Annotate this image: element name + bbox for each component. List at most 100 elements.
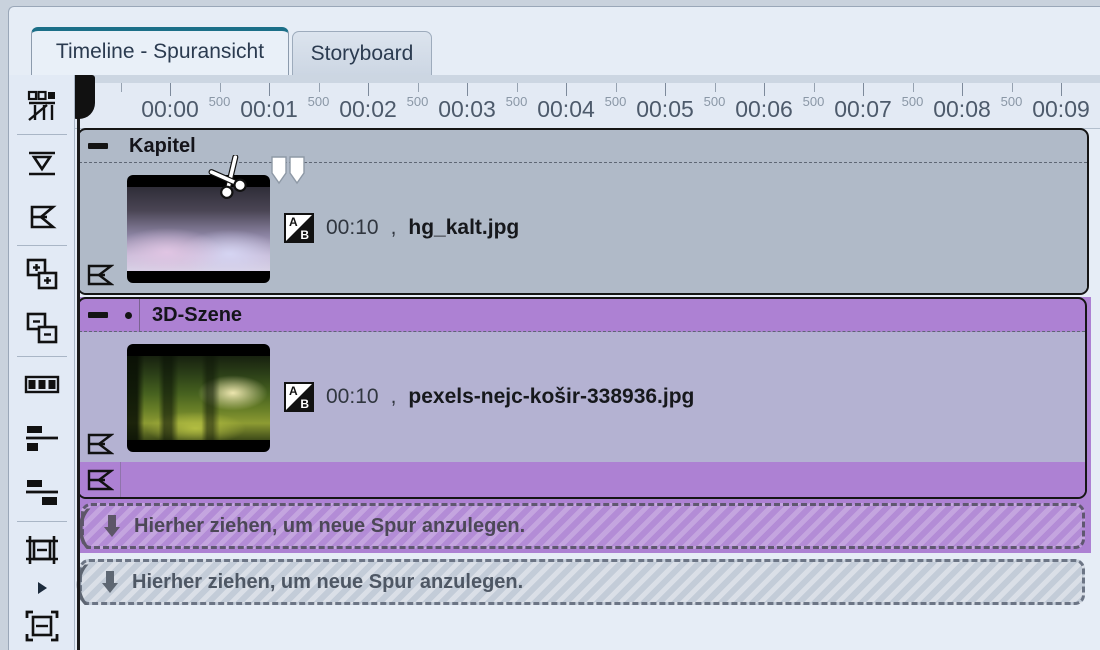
flag-marker-icon[interactable] [79, 462, 121, 497]
flag-marker-icon[interactable] [79, 163, 121, 293]
ruler-label-major: 00:09 [1032, 96, 1090, 122]
ruler-label-half: 500 [208, 94, 231, 109]
clip-row[interactable]: AB 00:10 , hg_kalt.jpg [79, 163, 1087, 293]
ruler-tick-major [170, 83, 171, 96]
clip-filename: hg_kalt.jpg [408, 216, 520, 239]
insert-down-icon[interactable] [9, 136, 75, 190]
ruler-label-major: 00:06 [735, 96, 793, 122]
toolbar-divider [16, 134, 67, 135]
timeline-application: Timeline - Spuransicht Storyboard 00:00 … [0, 0, 1100, 650]
ab-transition-icon: AB [284, 382, 314, 412]
clip-separator: , [390, 385, 397, 408]
bottom-dropzone-area: ( Hierher ziehen, um neue Spur anzulegen… [75, 553, 1100, 606]
drop-arrow-down-icon [102, 513, 122, 539]
ruler-label-major: 00:08 [933, 96, 991, 122]
track-title: Kapitel [129, 134, 196, 157]
clip-thumbnail[interactable] [127, 175, 270, 283]
fit-height-icon[interactable] [9, 523, 75, 577]
ruler-label-major: 00:05 [636, 96, 694, 122]
track-header-3d-szene[interactable]: 3D-Szene [79, 299, 1085, 332]
tab-storyboard[interactable]: Storyboard [292, 31, 432, 75]
tab-label: Timeline - Spuransicht [55, 40, 265, 63]
ruler-tick-major [566, 83, 567, 96]
align-left-icon[interactable] [9, 412, 75, 466]
ruler-label-major: 00:03 [438, 96, 496, 122]
ruler-label-half: 500 [604, 94, 627, 109]
ruler-label-major: 00:02 [339, 96, 397, 122]
remove-objects-icon[interactable] [9, 301, 75, 355]
collapse-dash-icon[interactable] [79, 143, 117, 149]
ruler-tick-major [962, 83, 963, 96]
tab-strip: Timeline - Spuransicht Storyboard [9, 7, 1100, 75]
track-stack: Kapitel A B 00:10 , hg_kalt.jpg 3D-Szene… [75, 128, 1100, 650]
track-title: 3D-Szene [152, 303, 243, 326]
timeline-canvas[interactable]: 00:00 500 00:01 500 00:02 500 00:03 500 00:04 500… [75, 75, 1100, 650]
empty-track-row[interactable] [79, 462, 1085, 497]
flag-marker-icon[interactable] [9, 190, 75, 244]
ruler-label-half: 500 [505, 94, 528, 109]
track-group-kapitel: Kapitel A B 00:10 , hg_kalt.jpg [75, 128, 1100, 295]
ruler-tick-half [1011, 83, 1013, 92]
dropzone-new-track-purple[interactable]: ( Hierher ziehen, um neue Spur anzulegen… [76, 501, 1085, 550]
collapse-dash-icon[interactable] [79, 312, 117, 318]
track-record-dot-icon[interactable] [117, 299, 140, 331]
tab-label: Storyboard [310, 41, 414, 65]
ruler-tick-major [863, 83, 864, 96]
ruler-tick-major [269, 83, 270, 96]
flag-marker-icon[interactable] [79, 332, 121, 462]
track-group-3d-szene: 3D-Szene A B 00:10 , pexels-nejc-košir-3… [75, 297, 1100, 553]
track-box-3d-szene[interactable]: 3D-Szene A B 00:10 , pexels-nejc-košir-3… [77, 297, 1087, 499]
track-box-kapitel[interactable]: Kapitel A B 00:10 , hg_kalt.jpg [77, 128, 1089, 295]
ruler-label-major: 00:07 [834, 96, 892, 122]
ruler-tick-half [615, 83, 617, 92]
clip-filename: pexels-nejc-košir-338936.jpg [408, 385, 695, 408]
ruler-tick-major [467, 83, 468, 96]
ruler-tick-half [813, 83, 815, 92]
clip-thumbnail[interactable] [127, 344, 270, 452]
tab-timeline-spuransicht[interactable]: Timeline - Spuransicht [31, 27, 289, 75]
ruler-tick-major [764, 83, 765, 96]
ruler-label-major: 00:04 [537, 96, 595, 122]
filmstrip-icon[interactable] [9, 358, 75, 412]
toolbar-divider [16, 521, 67, 522]
ruler-tick-major [1061, 83, 1062, 96]
track-header-kapitel[interactable]: Kapitel [79, 130, 1087, 163]
toolbar-divider [16, 245, 67, 246]
ruler-label-major: 00:01 [240, 96, 298, 122]
track-purple-region: 3D-Szene A B 00:10 , pexels-nejc-košir-3… [76, 297, 1091, 553]
clip-row[interactable]: AB 00:10 , pexels-nejc-košir-338936.jpg [79, 332, 1085, 462]
ruler-label-half: 500 [406, 94, 429, 109]
timeline-mode-icon[interactable] [9, 79, 75, 133]
dropzone-label: Hierher ziehen, um neue Spur anzulegen. [134, 514, 526, 537]
align-right-icon[interactable] [9, 466, 75, 520]
ruler-label-half: 500 [703, 94, 726, 109]
ruler-label-major: 00:00 [141, 96, 199, 122]
ruler-tick-half [219, 83, 221, 92]
ruler-tick-major [665, 83, 666, 96]
clip-label: AB 00:10 , pexels-nejc-košir-338936.jpg [284, 382, 694, 412]
ab-transition-icon: AB [284, 213, 314, 243]
dropzone-label: Hierher ziehen, um neue Spur anzulegen. [132, 570, 524, 593]
ruler-label-half: 500 [1000, 94, 1023, 109]
ruler-tick-half [714, 83, 716, 92]
drop-arrow-down-icon [100, 569, 120, 595]
timeline-toolbar [9, 75, 75, 650]
add-objects-icon[interactable] [9, 247, 75, 301]
ruler-tick-half [318, 83, 320, 92]
clip-duration: 00:10 [326, 385, 379, 408]
time-ruler[interactable]: 00:00 500 00:01 500 00:02 500 00:03 500 00:04 500… [75, 75, 1100, 129]
ruler-tick-major [368, 83, 369, 96]
fit-all-icon[interactable] [9, 599, 75, 650]
ruler-tick-half [912, 83, 914, 92]
playhead[interactable] [75, 75, 95, 650]
expand-arrow-icon[interactable] [9, 577, 75, 599]
ruler-label-half: 500 [901, 94, 924, 109]
clip-separator: , [390, 216, 397, 239]
timeline-panel: Timeline - Spuransicht Storyboard 00:00 … [8, 6, 1100, 650]
ruler-top-band [75, 75, 1100, 83]
timeline-body: 00:00 500 00:01 500 00:02 500 00:03 500 00:04 500… [9, 75, 1100, 650]
ruler-label-half: 500 [802, 94, 825, 109]
dropzone-new-track-bottom[interactable]: ( Hierher ziehen, um neue Spur anzulegen… [75, 557, 1085, 606]
ruler-label-half: 500 [307, 94, 330, 109]
clip-duration: 00:10 [326, 216, 379, 239]
